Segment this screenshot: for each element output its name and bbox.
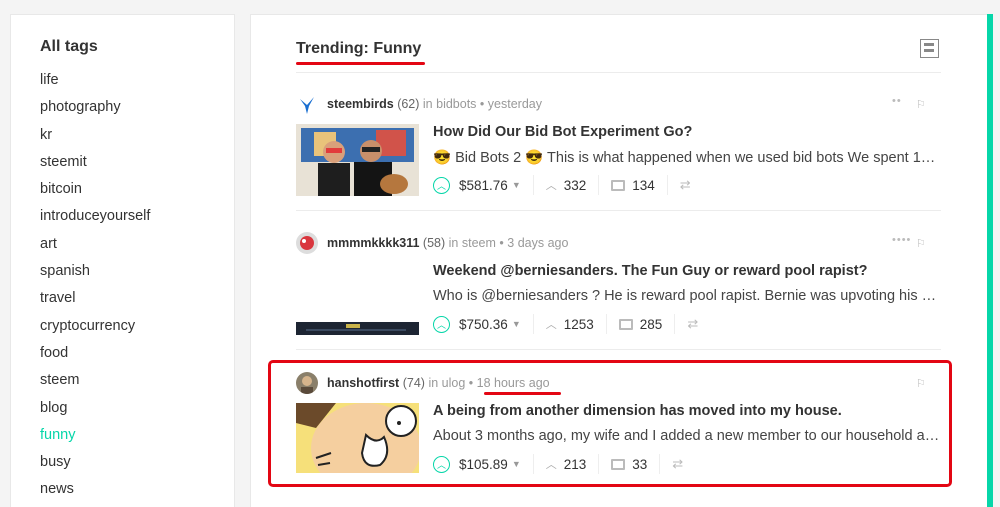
time-highlight-underline — [484, 392, 561, 395]
author-link[interactable]: steembirds — [327, 97, 394, 111]
in-label: in — [448, 236, 459, 250]
avatar[interactable] — [296, 232, 318, 254]
payout-value[interactable]: $581.76 — [459, 178, 508, 193]
category-link[interactable]: bidbots — [436, 97, 476, 111]
more-dots-icon[interactable]: •• — [892, 95, 902, 107]
post-item[interactable]: mmmmkkkk311 (58) in steem • 3 days ago •… — [296, 232, 941, 337]
tag-item-spanish[interactable]: spanish — [40, 262, 150, 289]
tag-item-steem[interactable]: steem — [40, 371, 150, 398]
sidebar-heading: All tags — [40, 38, 98, 55]
chevron-down-icon[interactable]: ▼ — [512, 319, 521, 329]
post-footer: ︿ $750.36 ▼ ︿ 1253 285 ⇄ — [433, 314, 698, 334]
resteem-icon[interactable]: ⇄ — [687, 316, 698, 332]
votes-count[interactable]: 332 — [564, 178, 587, 193]
in-label: in — [422, 97, 433, 111]
post-footer: ︿ $581.76 ▼ ︿ 332 134 ⇄ — [433, 175, 691, 195]
post-excerpt[interactable]: Who is @berniesanders ? He is reward poo… — [433, 288, 941, 304]
votes-count[interactable]: 1253 — [564, 317, 594, 332]
post-time[interactable]: yesterday — [488, 97, 542, 111]
flag-icon[interactable]: ⚐ — [916, 237, 926, 250]
feed-title: Trending: Funny — [296, 40, 422, 57]
tag-item-cryptocurrency[interactable]: cryptocurrency — [40, 317, 150, 344]
tag-item-funny[interactable]: funny — [40, 426, 150, 453]
accent-bar — [987, 14, 993, 507]
tag-item-life[interactable]: life — [40, 71, 150, 98]
tag-item-introduceyourself[interactable]: introduceyourself — [40, 207, 150, 234]
flag-icon[interactable]: ⚐ — [916, 98, 926, 111]
tag-item-busy[interactable]: busy — [40, 453, 150, 480]
post-item[interactable]: steembirds (62) in bidbots • yesterday •… — [296, 93, 941, 198]
tag-item-kr[interactable]: kr — [40, 126, 150, 153]
avatar[interactable] — [296, 93, 318, 115]
author-link[interactable]: mmmmkkkk311 — [327, 236, 419, 250]
post-thumbnail[interactable] — [296, 263, 419, 335]
post-thumbnail[interactable] — [296, 124, 419, 196]
author-reputation: (62) — [397, 97, 420, 111]
tag-item-art[interactable]: art — [40, 235, 150, 262]
tag-item-food[interactable]: food — [40, 344, 150, 371]
post-meta: steembirds (62) in bidbots • yesterday — [327, 97, 542, 111]
post-time[interactable]: 3 days ago — [507, 236, 568, 250]
upvote-icon[interactable]: ︿ — [433, 315, 450, 333]
category-link[interactable]: steem — [462, 236, 496, 250]
votes-icon: ︿ — [545, 319, 557, 331]
payout-value[interactable]: $750.36 — [459, 317, 508, 332]
post-excerpt[interactable]: 😎 Bid Bots 2 😎 This is what happened whe… — [433, 149, 941, 166]
header-divider — [296, 72, 941, 73]
tag-item-steemit[interactable]: steemit — [40, 153, 150, 180]
tag-item-photography[interactable]: photography — [40, 98, 150, 125]
comments-icon — [618, 318, 633, 330]
layout-toggle-icon[interactable] — [920, 39, 939, 58]
upvote-icon[interactable]: ︿ — [433, 176, 450, 194]
more-dots-icon[interactable]: •••• — [892, 234, 911, 246]
comments-icon — [611, 179, 626, 191]
post-divider — [296, 349, 941, 350]
tags-sidebar: All tags life photography kr steemit bit… — [10, 14, 235, 507]
tag-item-blog[interactable]: blog — [40, 399, 150, 426]
tag-list: life photography kr steemit bitcoin intr… — [40, 71, 150, 507]
post-title[interactable]: Weekend @berniesanders. The Fun Guy or r… — [433, 263, 867, 279]
votes-icon: ︿ — [545, 180, 557, 192]
highlight-box — [268, 360, 952, 487]
resteem-icon[interactable]: ⇄ — [680, 177, 691, 193]
post-divider — [296, 210, 941, 211]
title-highlight-underline — [296, 62, 425, 65]
post-meta: mmmmkkkk311 (58) in steem • 3 days ago — [327, 236, 569, 250]
tag-item-travel[interactable]: travel — [40, 289, 150, 316]
author-reputation: (58) — [422, 236, 446, 250]
tag-item-news[interactable]: news — [40, 480, 150, 507]
comments-count[interactable]: 285 — [640, 317, 663, 332]
tag-item-bitcoin[interactable]: bitcoin — [40, 180, 150, 207]
post-title[interactable]: How Did Our Bid Bot Experiment Go? — [433, 124, 692, 140]
comments-count[interactable]: 134 — [632, 178, 655, 193]
chevron-down-icon[interactable]: ▼ — [512, 180, 521, 190]
